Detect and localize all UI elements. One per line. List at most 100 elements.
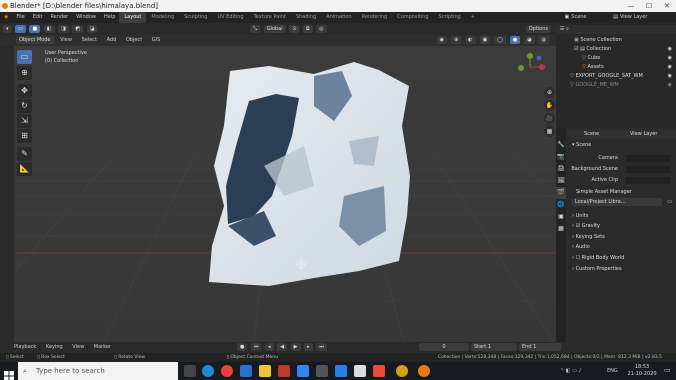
tab-texture-paint[interactable]: Texture Paint [249,12,291,23]
perspective-toggle-icon[interactable]: ▦ [544,126,555,137]
zoom-icon[interactable]: ⊕ [544,87,555,98]
viewport-menu-view[interactable]: View [56,37,76,43]
add-workspace-button[interactable]: + [466,12,480,23]
camera-view-icon[interactable]: 🎥 [544,113,555,124]
shading-material-icon[interactable]: ◕ [524,36,535,44]
select-tool-button[interactable]: ▭ [15,24,26,33]
task-view-icon[interactable] [184,365,196,377]
options-button[interactable]: Options [525,25,551,33]
record-icon[interactable]: ● [237,342,248,351]
maximize-button[interactable]: ☐ [640,0,658,12]
select-mode-extend-icon[interactable]: ◧ [43,24,55,33]
timeline-menu-view[interactable]: View [68,344,88,350]
outliner-item-collection[interactable]: ☑ ▤ Collection ◉ [556,45,676,54]
viewport-menu-object[interactable]: Object [122,37,146,43]
app-icon[interactable] [278,365,290,377]
scene-tab-icon[interactable]: 🎬 [556,187,566,199]
tab-uv-editing[interactable]: UV Editing [212,12,248,23]
close-button[interactable]: ✕ [658,0,676,12]
measure-tool-icon[interactable]: 📐 [17,162,32,176]
tool-tab-icon[interactable]: 🔧 [556,139,566,151]
select-box-icon[interactable]: ▭ [17,50,32,64]
menu-render[interactable]: Render [46,12,72,23]
scene-selector[interactable]: Scene [571,12,613,23]
viewport-menu-add[interactable]: Add [103,37,121,43]
windows-start-icon[interactable] [4,366,14,380]
properties-view-layer-label[interactable]: View Layer [630,130,657,139]
annotate-tool-icon[interactable]: ✎ [17,147,32,161]
active-clip-field[interactable] [626,177,670,184]
eye-icon[interactable]: ◉ [668,72,672,81]
tab-scripting[interactable]: Scripting [434,12,466,23]
overlay-icon[interactable]: ◐ [465,36,476,44]
select-mode-new-icon[interactable]: ■ [29,24,41,33]
next-keyframe-icon[interactable]: ▸ [304,342,313,351]
timeline-menu-marker[interactable]: Marker [90,344,115,350]
rotate-tool-icon[interactable]: ↻ [17,99,32,113]
blender-taskbar-icon[interactable] [418,365,430,377]
jump-start-icon[interactable]: ⏮ [250,342,262,351]
start-frame-field[interactable]: Start 1 [471,343,517,351]
library-select[interactable]: Local/Project Libra... [572,198,662,206]
store-icon[interactable] [335,365,347,377]
timeline-menu-playback[interactable]: Playback [10,344,40,350]
eye-icon[interactable]: ◉ [668,54,672,63]
outliner-item-assets[interactable]: ▽ Assets ◉ [556,63,676,72]
background-scene-field[interactable] [626,166,670,173]
tab-shading[interactable]: Shading [291,12,321,23]
shading-wireframe-icon[interactable]: ◯ [494,36,506,44]
cursor-tool-icon[interactable]: ⊕ [17,66,32,80]
scale-tool-icon[interactable]: ⇲ [17,114,32,128]
viewport-menu-gis[interactable]: GIS [148,37,165,43]
system-tray-icons[interactable]: ⌃ ◧ ▭ ♪ [560,362,582,380]
blender-menu-icon[interactable]: ◉ [0,12,12,23]
outliner-item-cube[interactable]: ▽ Cube ◉ [556,54,676,63]
object-mode-select[interactable]: Object Mode [16,35,54,44]
file-explorer-icon[interactable] [259,365,271,377]
properties-scene-label[interactable]: Scene [568,131,599,137]
visibility-icon[interactable]: ◉ [436,36,447,44]
app-icon[interactable] [316,365,328,377]
play-icon[interactable]: ▶ [290,342,301,351]
tab-compositing[interactable]: Compositing [392,12,433,23]
folder-icon[interactable]: ▭ [667,198,672,207]
tab-modeling[interactable]: Modeling [146,12,179,23]
navigation-gizmo[interactable] [515,52,545,82]
world-tab-icon[interactable]: 🌐 [556,199,566,211]
transform-orientation-icon[interactable]: ⤡ [250,24,261,33]
notification-icon[interactable]: ▭ [664,366,671,374]
eye-icon[interactable]: ◉ [668,81,672,90]
select-mode-subtract-icon[interactable]: ◨ [58,24,69,33]
outliner-filter-icon[interactable]: ☰ ⌕ [560,26,569,32]
view-layer-tab-icon[interactable]: 🖼 [556,175,566,187]
edge-browser-icon[interactable] [202,365,214,377]
panel-custom-properties[interactable]: › Custom Properties [568,265,676,274]
input-language[interactable]: ENG [607,362,618,380]
tab-sculpting[interactable]: Sculpting [179,12,212,23]
texture-tab-icon[interactable]: ▦ [556,223,566,235]
output-tab-icon[interactable]: 🖨 [556,163,566,175]
current-frame-field[interactable]: 0 [419,343,469,351]
transform-orientation-select[interactable]: Global [263,24,286,33]
panel-units[interactable]: › Units [568,212,676,221]
menu-help[interactable]: Help [100,12,119,23]
viewport-menu-select[interactable]: Select [78,37,101,43]
outliner-item-export-google-sat[interactable]: ▽ EXPORT_GOOGLE_SAT_WM ◉ [556,72,676,81]
panel-rigid-body-world[interactable]: › ☐ Rigid Body World [568,254,676,263]
eye-icon[interactable]: ◉ [668,45,672,54]
panel-audio[interactable]: › Audio [568,243,676,252]
terrain-mesh[interactable] [209,62,410,286]
gizmo-icon[interactable]: ⊕ [450,36,462,44]
pan-hand-icon[interactable]: ✋ [544,100,555,111]
select-mode-intersect-icon[interactable]: ◪ [86,24,98,33]
menu-edit[interactable]: Edit [29,12,47,23]
timeline-menu-keying[interactable]: Keying [42,344,67,350]
eye-icon[interactable]: ◉ [668,63,672,72]
prev-keyframe-icon[interactable]: ◂ [265,342,274,351]
menu-file[interactable]: File [12,12,28,23]
app-icon[interactable] [373,365,385,377]
camera-field[interactable] [626,155,670,162]
shading-solid-icon[interactable]: ● [509,36,521,44]
app-icon[interactable] [396,365,408,377]
play-reverse-icon[interactable]: ◀ [277,342,288,351]
